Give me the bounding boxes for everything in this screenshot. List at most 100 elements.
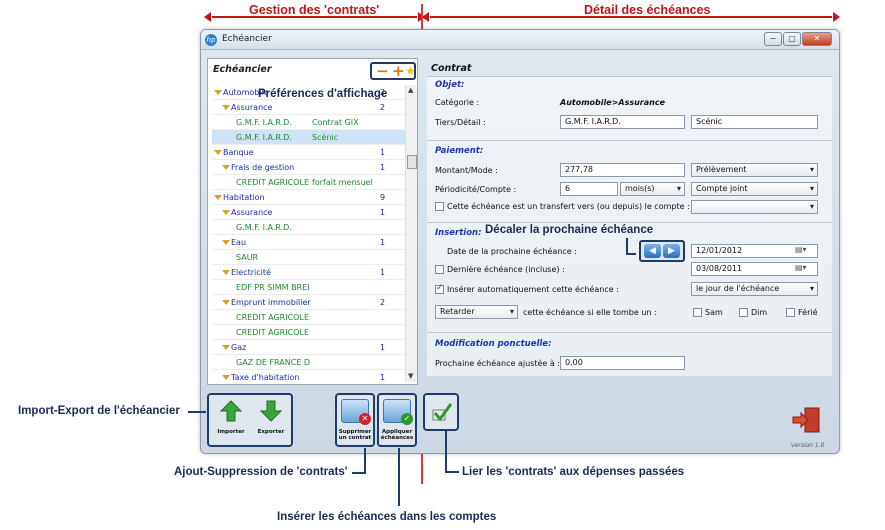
next-date-button[interactable]: ▶ xyxy=(663,244,680,258)
tree-row[interactable]: CREDIT AGRICOLE xyxy=(212,325,405,340)
appliquer-group[interactable]: ✓ Appliquer échéances xyxy=(377,393,417,447)
derniere-label: Dernière échéance (incluse) : xyxy=(447,265,565,274)
ferie-checkbox[interactable] xyxy=(786,308,795,317)
auto-insert-select[interactable]: le jour de l'échéance xyxy=(691,282,818,296)
tree-scrollbar[interactable]: ▲ ▼ xyxy=(405,85,417,382)
tree-row[interactable]: Emprunt immobilier 2 xyxy=(212,295,405,310)
tree-row-count: 1 xyxy=(380,148,386,157)
transfert-account-select[interactable] xyxy=(691,200,818,214)
annotation-import: Import-Export de l'échéancier xyxy=(18,405,180,417)
expand-triangle-icon[interactable] xyxy=(222,300,230,305)
transfert-checkbox[interactable] xyxy=(435,202,444,211)
previous-date-button[interactable]: ◀ xyxy=(644,244,661,258)
tree-row-count: 1 xyxy=(380,268,386,277)
link-check-icon xyxy=(432,403,453,422)
modif-section: Modification ponctuelle: Prochaine échéa… xyxy=(427,332,832,376)
window-title: Echéancier xyxy=(222,34,272,44)
periodicite-unit-select[interactable]: mois(s) xyxy=(620,182,685,196)
mode-select[interactable]: Prélèvement xyxy=(691,163,818,177)
expand-triangle-icon[interactable] xyxy=(222,240,230,245)
tree-row-label: Habitation xyxy=(214,190,265,205)
tree-row-count: 1 xyxy=(380,238,386,247)
collapse-icon[interactable]: − xyxy=(376,62,389,80)
modif-input[interactable]: 0,00 xyxy=(560,356,685,370)
paiement-section: Paiement: Montant/Mode : 277,78 Prélèvem… xyxy=(427,140,832,222)
calendar-icon[interactable]: ▤▾ xyxy=(795,263,807,272)
tree-row-label: Frais de gestion xyxy=(222,160,294,175)
tree-row[interactable]: Electricité 1 xyxy=(212,265,405,280)
expand-icon[interactable]: + xyxy=(392,62,405,80)
derniere-checkbox[interactable] xyxy=(435,265,444,274)
detail-input[interactable]: Scénic xyxy=(691,115,818,129)
tiers-input[interactable]: G.M.F. I.A.R.D. xyxy=(560,115,685,129)
tree-row[interactable]: SAUR xyxy=(212,250,405,265)
tree-row[interactable]: Habitation 9 xyxy=(212,190,405,205)
tree-row[interactable]: Assurance 1 xyxy=(212,205,405,220)
tree-row[interactable]: Frais de gestion 1 xyxy=(212,160,405,175)
supprimer-group[interactable]: ✕ Supprimer un contrat xyxy=(335,393,375,447)
lier-line xyxy=(445,430,447,472)
tree-row[interactable]: Banque 1 xyxy=(212,145,405,160)
tree-row[interactable]: EDF PR SIMM BREI xyxy=(212,280,405,295)
tree-row-text: EDF PR SIMM BREI xyxy=(236,283,310,292)
periodicite-label: Périodicité/Compte : xyxy=(435,185,517,194)
tree-row-text: Emprunt immobilier xyxy=(231,298,311,307)
tree-row[interactable]: Taxe d'habitation 1 xyxy=(212,370,405,382)
tree-row-label: EDF PR SIMM BREI xyxy=(236,280,310,295)
expand-triangle-icon[interactable] xyxy=(214,195,222,200)
tree-row-label: CREDIT AGRICOLE xyxy=(236,325,309,340)
tree-row-label: SAUR xyxy=(236,250,258,265)
tree-row[interactable]: G.M.F. I.A.R.D. xyxy=(212,220,405,235)
scroll-down-icon[interactable]: ▼ xyxy=(408,372,413,380)
export-icon[interactable] xyxy=(259,399,283,423)
expand-triangle-icon[interactable] xyxy=(222,270,230,275)
tree-row-text: Banque xyxy=(223,148,254,157)
tree-row-text: SAUR xyxy=(236,253,259,262)
montant-label: Montant/Mode : xyxy=(435,166,498,175)
auto-insert-checkbox[interactable] xyxy=(435,283,444,294)
star-icon[interactable]: ★ xyxy=(405,64,416,78)
expand-triangle-icon[interactable] xyxy=(214,150,222,155)
tree-row[interactable]: Assurance 2 xyxy=(212,100,405,115)
tree-row[interactable]: GAZ DE FRANCE D xyxy=(212,355,405,370)
calendar-icon[interactable]: ▤▾ xyxy=(795,245,807,254)
scroll-thumb[interactable] xyxy=(407,155,417,169)
expand-triangle-icon[interactable] xyxy=(222,210,230,215)
expand-triangle-icon[interactable] xyxy=(222,375,230,380)
expand-triangle-icon[interactable] xyxy=(214,90,222,95)
tree-row[interactable]: G.M.F. I.A.R.D. Contrat GIX xyxy=(212,115,405,130)
montant-input[interactable]: 277,78 xyxy=(560,163,685,177)
tree-row-label: Taxe d'habitation xyxy=(222,370,299,382)
tree-row-count: 1 xyxy=(380,163,386,172)
display-preferences: − + ★ xyxy=(370,62,416,80)
objet-section: Objet: Catégorie : Automobile>Assurance … xyxy=(427,76,832,140)
retarder-select[interactable]: Retarder xyxy=(435,305,518,319)
compte-select[interactable]: Compte joint xyxy=(691,182,818,196)
expand-triangle-icon[interactable] xyxy=(222,345,230,350)
tree-row[interactable]: G.M.F. I.A.R.D. Scénic xyxy=(212,130,405,145)
expand-triangle-icon[interactable] xyxy=(222,105,230,110)
tree-row[interactable]: Gaz 1 xyxy=(212,340,405,355)
contrat-title: Contrat xyxy=(431,63,472,74)
periodicite-input[interactable]: 6 xyxy=(560,182,618,196)
ajout-line xyxy=(352,472,366,474)
dim-checkbox[interactable] xyxy=(739,308,748,317)
appliquer-label: Appliquer échéances xyxy=(380,429,414,441)
expand-triangle-icon[interactable] xyxy=(222,165,230,170)
tree-row[interactable]: CREDIT AGRICOLE xyxy=(212,310,405,325)
link-expenses-button[interactable] xyxy=(423,393,459,431)
app-logo-icon: hp xyxy=(205,34,217,46)
sam-checkbox[interactable] xyxy=(693,308,702,317)
tree-row-count: 1 xyxy=(380,373,386,382)
exit-icon[interactable] xyxy=(791,407,823,433)
import-icon[interactable] xyxy=(219,399,243,423)
scroll-up-icon[interactable]: ▲ xyxy=(408,86,413,94)
tree-row-text: Taxe d'habitation xyxy=(231,373,300,382)
tree-row[interactable]: Eau 1 xyxy=(212,235,405,250)
decaler-line xyxy=(626,253,636,255)
maximize-button[interactable]: ▢ xyxy=(783,32,801,46)
tree-row-text: Assurance xyxy=(231,103,273,112)
tree-row[interactable]: CREDIT AGRICOLE forfait mensuel xyxy=(212,175,405,190)
close-button[interactable]: ✕ xyxy=(802,32,832,46)
minimize-button[interactable]: − xyxy=(764,32,782,46)
